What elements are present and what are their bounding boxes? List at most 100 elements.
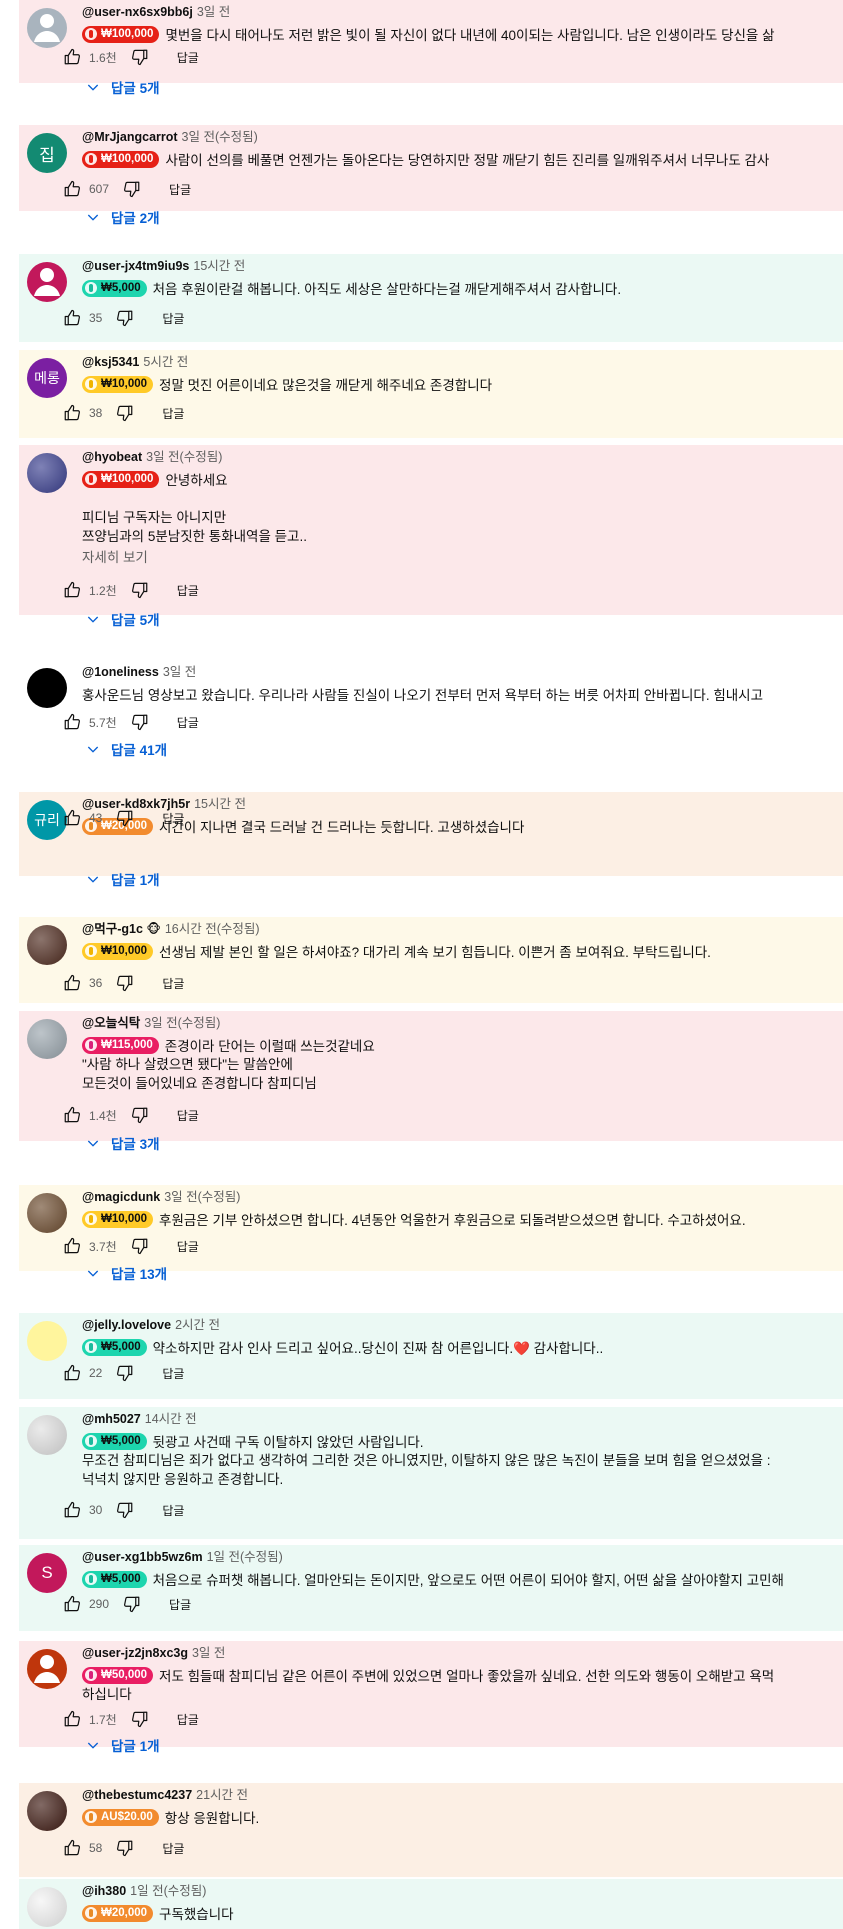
dislike-icon[interactable] — [131, 48, 149, 66]
reply-button[interactable]: 답글 — [162, 1840, 184, 1857]
author-handle[interactable]: @먹구-g1c 🐵 — [82, 922, 161, 936]
avatar[interactable] — [27, 453, 67, 493]
like-icon[interactable] — [63, 309, 81, 327]
like-icon[interactable] — [63, 713, 81, 731]
read-more-link[interactable]: 자세히 보기 — [82, 548, 843, 568]
reply-button[interactable]: 답글 — [162, 975, 184, 992]
comment-time[interactable]: 3일 전 — [192, 1646, 225, 1660]
author-handle[interactable]: @user-jz2jn8xc3g — [82, 1646, 188, 1660]
reply-button[interactable]: 답글 — [177, 1107, 199, 1124]
avatar[interactable]: 메롱 — [27, 358, 67, 398]
dislike-icon[interactable] — [116, 1839, 134, 1857]
dislike-icon[interactable] — [123, 180, 141, 198]
view-replies-button[interactable]: 답글 13개 — [85, 1262, 167, 1284]
reply-button[interactable]: 답글 — [177, 1711, 199, 1728]
view-replies-button[interactable]: 답글 41개 — [85, 738, 167, 760]
dislike-icon[interactable] — [116, 404, 134, 422]
author-handle[interactable]: @user-xg1bb5wz6m — [82, 1550, 203, 1564]
like-icon[interactable] — [63, 48, 81, 66]
author-handle[interactable]: @magicdunk — [82, 1190, 160, 1204]
avatar[interactable] — [27, 1791, 67, 1831]
like-icon[interactable] — [63, 1839, 81, 1857]
reply-button[interactable]: 답글 — [169, 1596, 191, 1613]
dislike-icon[interactable] — [116, 1501, 134, 1519]
dislike-icon[interactable] — [116, 809, 134, 827]
avatar[interactable] — [27, 262, 67, 302]
reply-button[interactable]: 답글 — [177, 49, 199, 66]
dislike-icon[interactable] — [131, 1237, 149, 1255]
comment-time[interactable]: 3일 전 — [163, 665, 196, 679]
author-handle[interactable]: @jelly.lovelove — [82, 1318, 171, 1332]
like-icon[interactable] — [63, 581, 81, 599]
comment-time[interactable]: 3일 전(수정됨) — [144, 1016, 220, 1030]
dislike-icon[interactable] — [116, 1364, 134, 1382]
comment-time[interactable]: 21시간 전 — [196, 1788, 248, 1802]
avatar[interactable] — [27, 8, 67, 48]
comment-time[interactable]: 3일 전 — [197, 5, 230, 19]
reply-button[interactable]: 답글 — [177, 714, 199, 731]
view-replies-button[interactable]: 답글 5개 — [85, 76, 160, 98]
author-handle[interactable]: @오늘식탁 — [82, 1016, 140, 1030]
comment-time[interactable]: 1일 전(수정됨) — [130, 1884, 206, 1898]
author-handle[interactable]: @1oneliness — [82, 665, 159, 679]
dislike-icon[interactable] — [131, 1710, 149, 1728]
author-handle[interactable]: @ih380 — [82, 1884, 126, 1898]
comment-time[interactable]: 15시간 전 — [193, 259, 245, 273]
reply-button[interactable]: 답글 — [162, 1502, 184, 1519]
reply-button[interactable]: 답글 — [162, 1365, 184, 1382]
avatar[interactable] — [27, 1019, 67, 1059]
view-replies-button[interactable]: 답글 5개 — [85, 608, 160, 630]
dislike-icon[interactable] — [123, 1595, 141, 1613]
reply-button[interactable]: 답글 — [162, 810, 184, 827]
avatar[interactable] — [27, 1887, 67, 1927]
comment-time[interactable]: 3일 전(수정됨) — [164, 1190, 240, 1204]
avatar[interactable] — [27, 925, 67, 965]
like-icon[interactable] — [63, 1595, 81, 1613]
author-handle[interactable]: @mh5027 — [82, 1412, 141, 1426]
reply-button[interactable]: 답글 — [162, 310, 184, 327]
view-replies-button[interactable]: 답글 1개 — [85, 868, 160, 890]
author-handle[interactable]: @MrJjangcarrot — [82, 130, 178, 144]
like-icon[interactable] — [63, 1501, 81, 1519]
dislike-icon[interactable] — [131, 581, 149, 599]
avatar[interactable] — [27, 1649, 67, 1689]
like-icon[interactable] — [63, 1106, 81, 1124]
comment-time[interactable]: 5시간 전 — [143, 355, 188, 369]
avatar[interactable] — [27, 1321, 67, 1361]
avatar[interactable]: S — [27, 1553, 67, 1593]
avatar[interactable] — [27, 1193, 67, 1233]
reply-button[interactable]: 답글 — [177, 582, 199, 599]
like-icon[interactable] — [63, 974, 81, 992]
like-icon[interactable] — [63, 809, 81, 827]
author-handle[interactable]: @user-jx4tm9iu9s — [82, 259, 189, 273]
dislike-icon[interactable] — [116, 309, 134, 327]
comment-time[interactable]: 15시간 전 — [194, 797, 246, 811]
comment-time[interactable]: 2시간 전 — [175, 1318, 220, 1332]
avatar[interactable] — [27, 1415, 67, 1455]
reply-button[interactable]: 답글 — [169, 181, 191, 198]
comment-time[interactable]: 3일 전(수정됨) — [182, 130, 258, 144]
dislike-icon[interactable] — [116, 974, 134, 992]
view-replies-button[interactable]: 답글 3개 — [85, 1132, 160, 1154]
avatar[interactable]: 규리 — [27, 800, 67, 840]
author-handle[interactable]: @thebestumc4237 — [82, 1788, 192, 1802]
view-replies-button[interactable]: 답글 1개 — [85, 1734, 160, 1756]
author-handle[interactable]: @ksj5341 — [82, 355, 139, 369]
author-handle[interactable]: @user-nx6sx9bb6j — [82, 5, 193, 19]
comment-time[interactable]: 14시간 전 — [145, 1412, 197, 1426]
like-icon[interactable] — [63, 1237, 81, 1255]
avatar[interactable] — [27, 668, 67, 708]
reply-button[interactable]: 답글 — [162, 405, 184, 422]
like-icon[interactable] — [63, 404, 81, 422]
view-replies-button[interactable]: 답글 2개 — [85, 206, 160, 228]
dislike-icon[interactable] — [131, 713, 149, 731]
like-icon[interactable] — [63, 180, 81, 198]
comment-time[interactable]: 16시간 전(수정됨) — [165, 922, 260, 936]
comment-time[interactable]: 3일 전(수정됨) — [146, 450, 222, 464]
like-icon[interactable] — [63, 1364, 81, 1382]
like-icon[interactable] — [63, 1710, 81, 1728]
dislike-icon[interactable] — [131, 1106, 149, 1124]
author-handle[interactable]: @hyobeat — [82, 450, 142, 464]
comment-time[interactable]: 1일 전(수정됨) — [207, 1550, 283, 1564]
avatar[interactable]: 집 — [27, 133, 67, 173]
